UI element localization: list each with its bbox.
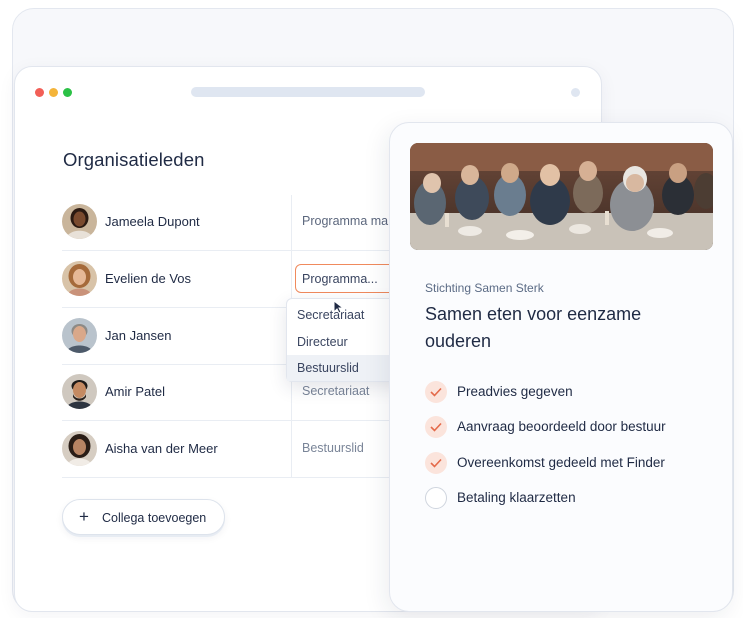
add-colleague-button[interactable]: + Collega toevoegen	[62, 499, 225, 535]
organization-name: Stichting Samen Sterk	[425, 281, 544, 295]
step-item: Aanvraag beoordeeld door bestuur	[425, 416, 715, 440]
project-title: Samen eten voor eenzame ouderen	[425, 304, 642, 351]
avatar	[62, 374, 97, 409]
avatar	[62, 261, 97, 296]
member-name: Jan Jansen	[105, 328, 172, 343]
check-icon	[425, 452, 447, 474]
project-photo	[410, 143, 713, 250]
step-item: Preadvies gegeven	[425, 381, 715, 405]
add-colleague-label: Collega toevoegen	[102, 511, 207, 525]
page-title: Organisatieleden	[63, 149, 205, 170]
role-dropdown: Secretariaat Directeur Bestuurslid	[286, 298, 407, 382]
step-label: Preadvies gegeven	[457, 384, 573, 399]
member-name: Aisha van der Meer	[105, 441, 218, 456]
member-name: Evelien de Vos	[105, 271, 192, 286]
mouse-cursor-icon	[333, 300, 345, 314]
step-item[interactable]: Betaling klaarzetten	[425, 487, 715, 511]
role-select-value: Programma...	[302, 272, 378, 286]
empty-circle-icon[interactable]	[425, 487, 447, 509]
browser-menu-dot[interactable]	[571, 88, 580, 97]
avatar	[62, 431, 97, 466]
window-close-dot[interactable]	[35, 88, 44, 97]
member-name: Amir Patel	[105, 384, 165, 399]
check-icon	[425, 416, 447, 438]
plus-icon: +	[79, 507, 89, 526]
step-label: Betaling klaarzetten	[457, 490, 576, 505]
avatar	[62, 204, 97, 239]
step-label: Aanvraag beoordeeld door bestuur	[457, 419, 666, 434]
member-role[interactable]: Programma ma	[302, 214, 388, 228]
member-role[interactable]: Secretariaat	[302, 384, 369, 398]
member-role[interactable]: Bestuurslid	[302, 441, 364, 455]
address-bar[interactable]	[191, 87, 425, 97]
avatar	[62, 318, 97, 353]
member-name: Jameela Dupont	[105, 214, 200, 229]
project-card: Stichting Samen Sterk Samen eten voor ee…	[389, 122, 733, 612]
window-maximize-dot[interactable]	[63, 88, 72, 97]
window-minimize-dot[interactable]	[49, 88, 58, 97]
check-icon	[425, 381, 447, 403]
step-item: Overeenkomst gedeeld met Finder	[425, 452, 715, 476]
step-label: Overeenkomst gedeeld met Finder	[457, 455, 665, 470]
